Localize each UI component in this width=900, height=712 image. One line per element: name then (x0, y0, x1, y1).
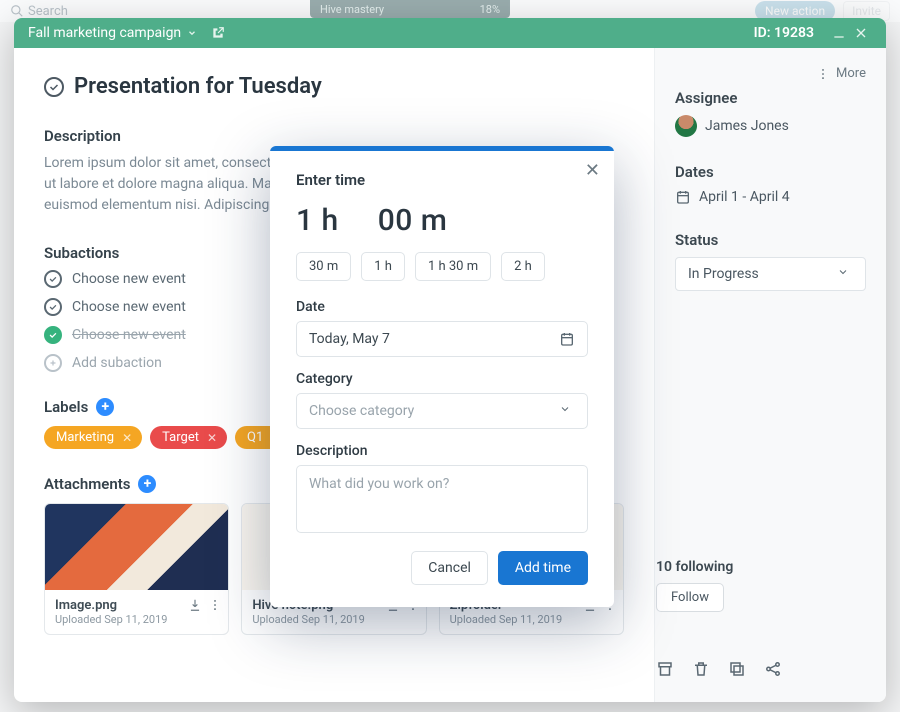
time-display: 1 h 00 m (296, 203, 588, 238)
time-preset-button[interactable]: 30 m (296, 252, 351, 281)
description-label: Description (296, 443, 588, 459)
description-textarea[interactable]: What did you work on? (296, 465, 588, 533)
modal-overlay: ✕ Enter time 1 h 00 m 30 m 1 h 1 h 30 m … (0, 0, 900, 712)
time-preset-button[interactable]: 2 h (501, 252, 545, 281)
date-value: Today, May 7 (309, 331, 390, 347)
category-placeholder: Choose category (309, 403, 414, 419)
time-presets-row: 30 m 1 h 1 h 30 m 2 h (296, 252, 588, 281)
cancel-button[interactable]: Cancel (411, 551, 488, 585)
time-preset-button[interactable]: 1 h 30 m (415, 252, 491, 281)
date-field[interactable]: Today, May 7 (296, 321, 588, 357)
category-label: Category (296, 371, 588, 387)
category-select[interactable]: Choose category (296, 393, 588, 429)
description-placeholder: What did you work on? (309, 476, 449, 492)
add-time-button[interactable]: Add time (498, 551, 588, 585)
time-preset-button[interactable]: 1 h (361, 252, 405, 281)
chevron-down-icon (559, 403, 575, 419)
modal-title: Enter time (296, 171, 588, 189)
date-label: Date (296, 299, 588, 315)
calendar-icon (559, 331, 575, 347)
close-modal-button[interactable]: ✕ (585, 160, 600, 181)
enter-time-modal: ✕ Enter time 1 h 00 m 30 m 1 h 1 h 30 m … (270, 146, 614, 607)
